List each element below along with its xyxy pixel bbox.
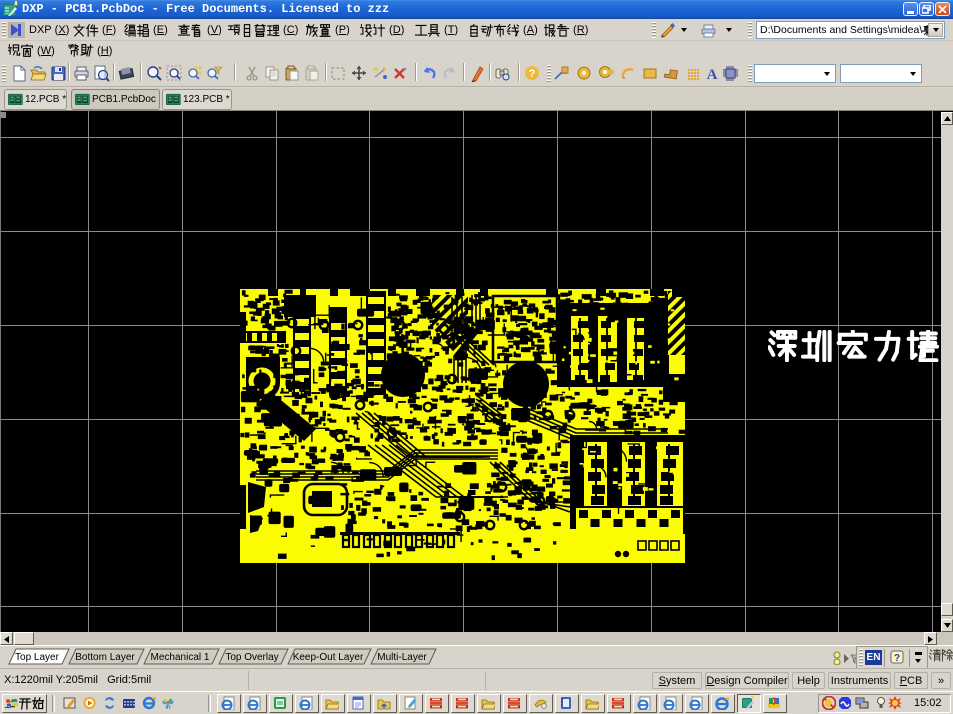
svg-text:?: ? [894, 653, 900, 664]
svg-text:Keep-Out Layer: Keep-Out Layer [293, 652, 364, 663]
svg-text:Top Layer: Top Layer [15, 652, 60, 663]
svg-text:Bottom Layer: Bottom Layer [75, 652, 135, 663]
svg-text:Mechanical 1: Mechanical 1 [151, 652, 210, 663]
svg-text:Multi-Layer: Multi-Layer [377, 652, 427, 663]
svg-text:?: ? [529, 68, 536, 80]
svg-text:A: A [707, 67, 718, 82]
svg-text:Top Overlay: Top Overlay [225, 652, 278, 663]
